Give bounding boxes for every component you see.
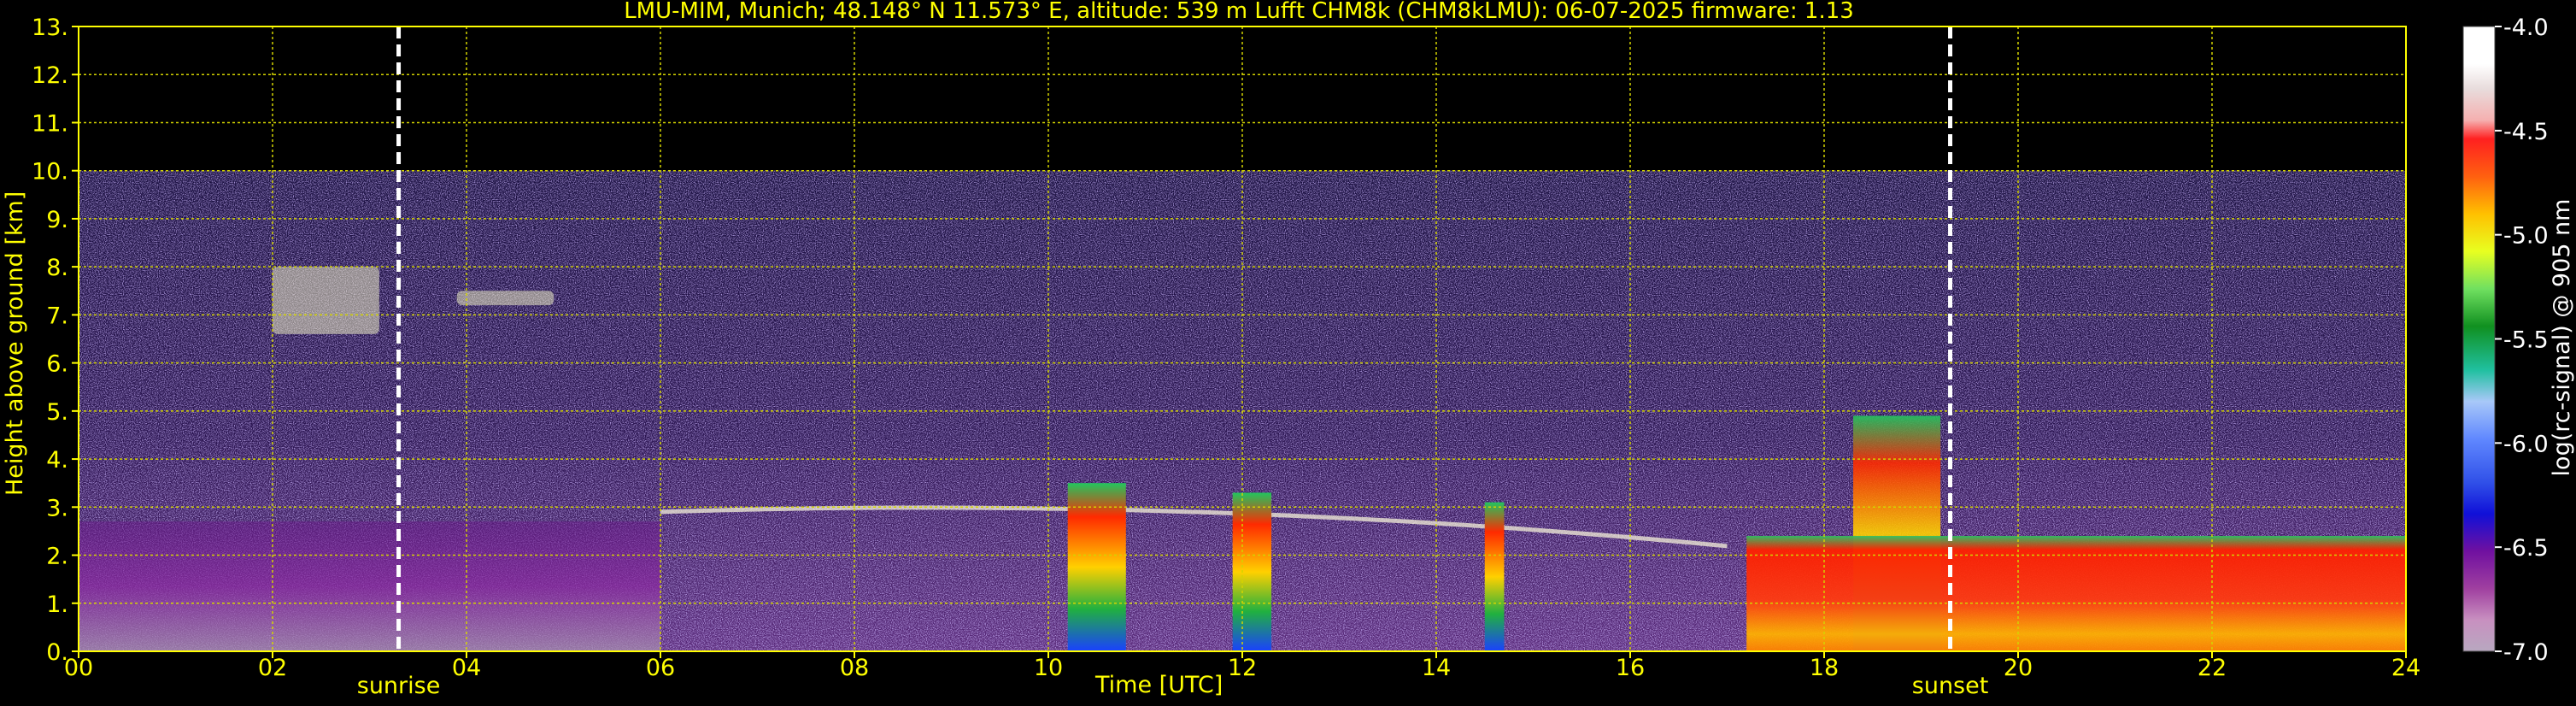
y-tick-label: 8. <box>46 255 68 281</box>
x-tick-label: 10 <box>1034 655 1063 681</box>
feature-cirrus <box>456 291 555 306</box>
feature-precipitation-column <box>1067 483 1126 651</box>
colorbar-label: log(rc-signal) @ 905 nm <box>2549 198 2575 477</box>
x-tick-label: 06 <box>646 655 675 681</box>
colorbar: -4.0 -4.5 -5.0 -5.5 -6.0 -6.5 -7.0 <box>2462 15 2549 666</box>
sun-marker-label: sunset <box>1912 673 1989 699</box>
y-tick-label: 3. <box>46 495 68 521</box>
y-tick-label: 1. <box>46 591 68 618</box>
x-tick-label: 20 <box>2004 655 2033 681</box>
y-axis-label: Height above ground [km] <box>2 191 28 496</box>
y-tick-label: 10. <box>32 159 68 185</box>
y-tick-label: 7. <box>46 303 68 329</box>
y-tick-label: 11. <box>32 110 68 137</box>
x-tick-label: 04 <box>452 655 481 681</box>
colorbar-tick-label: -7.0 <box>2503 639 2549 666</box>
y-tick-label: 9. <box>46 207 68 233</box>
colorbar-tick-label: -6.5 <box>2503 535 2549 562</box>
feature-cirrus <box>273 267 379 334</box>
x-tick-label: 22 <box>2198 655 2227 681</box>
colorbar-tick-label: -5.0 <box>2503 223 2549 250</box>
feature-boundary-layer <box>79 521 660 651</box>
chart-title: LMU-MIM, Munich; 48.148° N 11.573° E, al… <box>624 0 1854 24</box>
x-tick-label: 16 <box>1616 655 1645 681</box>
x-tick-label: 18 <box>1810 655 1839 681</box>
colorbar-scale <box>2463 26 2495 651</box>
y-tick-label: 5. <box>46 399 68 426</box>
x-tick-label: 02 <box>258 655 287 681</box>
colorbar-tick-label: -5.5 <box>2503 327 2549 354</box>
y-tick-label: 4. <box>46 447 68 474</box>
ceilometer-chart: sunrise sunset 00 02 04 06 08 10 12 14 16 18 20 22 24… <box>32 15 2549 699</box>
feature-precipitation-column <box>1484 502 1505 651</box>
x-tick-label: 08 <box>840 655 869 681</box>
x-tick-label: 12 <box>1228 655 1257 681</box>
colorbar-tick-label: -4.5 <box>2503 119 2549 145</box>
x-tick-label: 24 <box>2391 655 2421 681</box>
y-tick-label: 2. <box>46 544 68 570</box>
sun-marker-label: sunrise <box>357 673 441 699</box>
x-tick-label: 14 <box>1422 655 1451 681</box>
y-tick-label: 6. <box>46 351 68 378</box>
y-tick-label: 12. <box>32 62 68 89</box>
colorbar-tick-label: -6.0 <box>2503 431 2549 457</box>
x-axis-label: Time [UTC] <box>1095 672 1223 698</box>
colorbar-tick-label: -4.0 <box>2503 15 2549 41</box>
y-tick-label: 0. <box>46 639 68 666</box>
feature-precipitation-column <box>1232 492 1272 651</box>
feature-evening-boundary-layer <box>1746 536 2406 651</box>
